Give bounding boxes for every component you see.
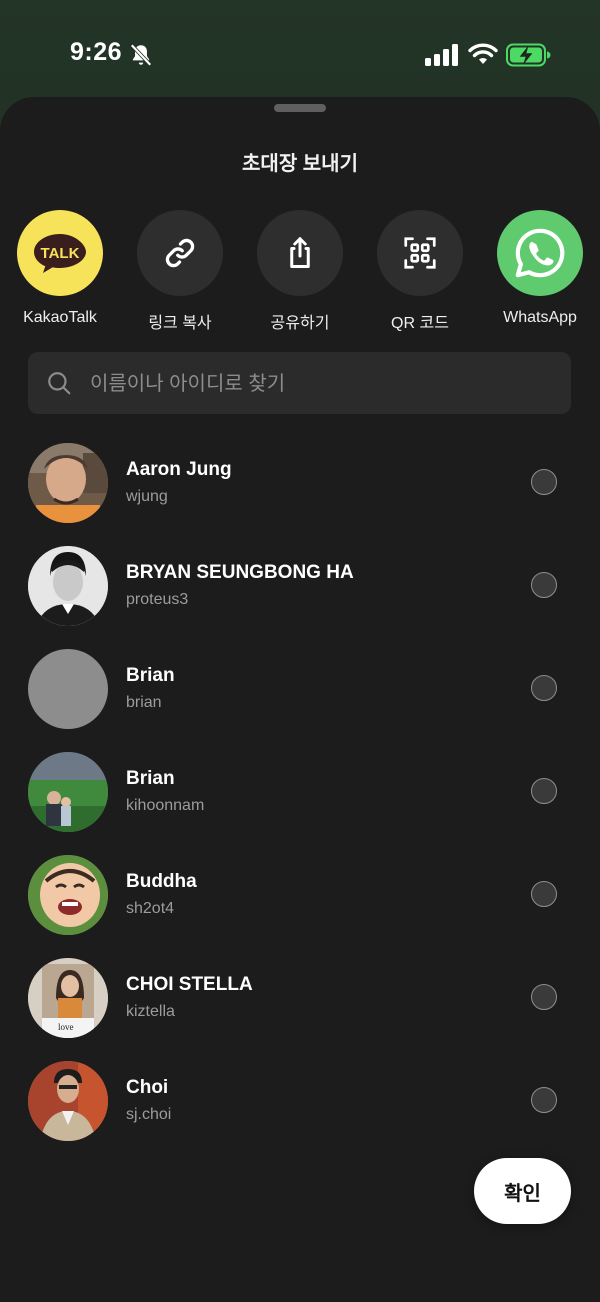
select-radio[interactable]	[531, 1087, 557, 1113]
avatar	[28, 752, 108, 832]
avatar	[28, 443, 108, 523]
signal-icon	[425, 44, 458, 66]
share-targets: TALK KakaoTalk 링크 복사 공유하기 QR 코드 WhatsApp	[0, 210, 600, 335]
share-whatsapp[interactable]: WhatsApp	[480, 210, 600, 335]
avatar: love	[28, 958, 108, 1038]
contact-handle: sh2ot4	[126, 900, 175, 917]
invite-sheet: 초대장 보내기 TALK KakaoTalk 링크 복사 공유하기 QR 코드 …	[0, 97, 600, 1302]
contact-name: Choi	[126, 1077, 169, 1098]
contact-row[interactable]: BRYAN SEUNGBONG HA proteus3	[0, 544, 600, 647]
share-label: 링크 복사	[148, 315, 212, 332]
avatar	[28, 546, 108, 626]
contact-row[interactable]: Brian brian	[0, 647, 600, 750]
confirm-button[interactable]: 확인	[474, 1158, 571, 1224]
avatar	[28, 1061, 108, 1141]
share-label: 공유하기	[270, 315, 330, 332]
status-time: 9:26	[70, 38, 123, 66]
contact-handle: wjung	[126, 488, 168, 505]
select-radio[interactable]	[531, 469, 557, 495]
whatsapp-icon[interactable]	[497, 210, 583, 296]
contact-row[interactable]: Buddha sh2ot4	[0, 853, 600, 956]
contact-row[interactable]: love CHOI STELLA kiztella	[0, 956, 600, 1059]
avatar-photo-text: love	[58, 1022, 74, 1032]
contact-name: BRYAN SEUNGBONG HA	[126, 562, 354, 583]
contact-handle: proteus3	[126, 591, 189, 608]
battery-charging-icon	[506, 43, 551, 67]
share-qr-code[interactable]: QR 코드	[360, 210, 480, 335]
contact-handle: kihoonnam	[126, 797, 205, 814]
avatar	[28, 855, 108, 935]
contact-name: Aaron Jung	[126, 459, 232, 480]
share-kakaotalk[interactable]: TALK KakaoTalk	[0, 210, 120, 335]
kakaotalk-brand-text: TALK	[41, 245, 80, 262]
select-radio[interactable]	[531, 778, 557, 804]
wifi-icon	[468, 43, 498, 64]
search-input[interactable]	[88, 352, 562, 416]
contact-name: CHOI STELLA	[126, 974, 253, 995]
select-radio[interactable]	[531, 675, 557, 701]
status-bar: 9:26	[0, 0, 600, 100]
share-icon[interactable]	[257, 210, 343, 296]
contact-handle: sj.choi	[126, 1106, 172, 1123]
select-radio[interactable]	[531, 572, 557, 598]
kakaotalk-icon[interactable]: TALK	[17, 210, 103, 296]
contact-name: Brian	[126, 768, 175, 789]
bell-off-icon	[130, 43, 152, 67]
search-box[interactable]	[28, 352, 571, 416]
sheet-grabber[interactable]	[274, 104, 326, 112]
share-system[interactable]: 공유하기	[240, 210, 360, 335]
contact-handle: brian	[126, 694, 162, 711]
share-label: WhatsApp	[503, 309, 577, 326]
share-label: QR 코드	[391, 315, 449, 332]
contact-name: Brian	[126, 665, 175, 686]
select-radio[interactable]	[531, 984, 557, 1010]
qr-code-icon[interactable]	[377, 210, 463, 296]
contact-name: Buddha	[126, 871, 197, 892]
share-copy-link[interactable]: 링크 복사	[120, 210, 240, 335]
contact-row[interactable]: Aaron Jung wjung	[0, 441, 600, 544]
contact-row[interactable]: Brian kihoonnam	[0, 750, 600, 853]
contact-row[interactable]: Choi sj.choi	[0, 1059, 600, 1162]
select-radio[interactable]	[531, 881, 557, 907]
contact-handle: kiztella	[126, 1003, 175, 1020]
avatar-placeholder	[28, 649, 108, 729]
sheet-title: 초대장 보내기	[242, 153, 358, 175]
link-icon[interactable]	[137, 210, 223, 296]
search-icon	[48, 372, 71, 395]
